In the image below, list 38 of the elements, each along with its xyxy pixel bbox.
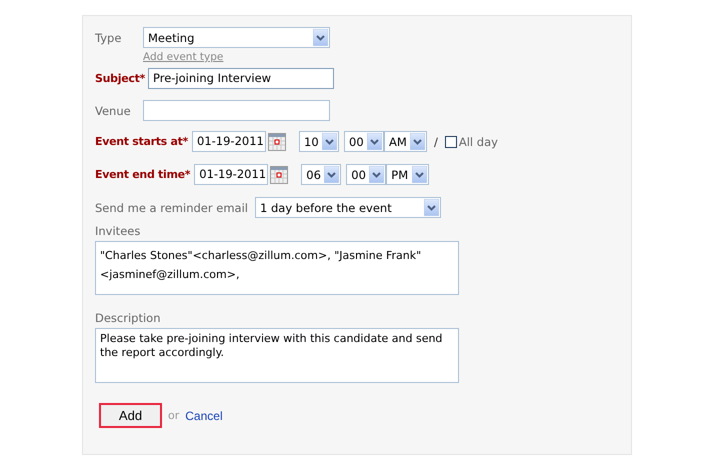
am-pm-dropdown[interactable]: AM [384,131,427,152]
field-label: Description [95,311,162,325]
field-label: Send me a reminder email [95,200,249,214]
separator: / [434,134,438,148]
field-label: Event starts at* [95,135,188,148]
caret-icon [367,133,382,150]
calendar-icon[interactable] [268,132,286,150]
or-text: or [168,409,180,422]
date-field[interactable]: 01-19-2011 [192,131,266,152]
minute-dropdown[interactable]: 00 [346,164,386,185]
all-day-checkbox[interactable] [444,136,457,148]
venue-field[interactable] [143,100,330,121]
hour-dropdown[interactable]: 10 [299,131,339,152]
caret-icon [324,166,340,183]
field-label: Subject* [95,72,146,85]
cancel-link[interactable]: Cancel [185,408,223,422]
caret-icon [369,166,384,183]
date-field[interactable]: 01-19-2011 [194,164,268,185]
caret-icon [313,29,328,46]
reminder-dropdown[interactable]: 1 day before the event [255,197,441,218]
caret-icon [410,133,425,150]
minute-dropdown[interactable]: 00 [344,131,384,152]
field-label: Event end time* [95,168,190,181]
field-label: Type [95,30,122,44]
description-field[interactable]: Please take pre-joining interview with this candidate and send the report accordingly. [95,328,459,383]
hour-dropdown[interactable]: 06 [301,164,342,185]
subject-field[interactable]: Pre-joining Interview [148,68,334,89]
caret-icon [412,166,428,183]
add-button[interactable]: Add [99,403,162,428]
am-pm-dropdown[interactable]: PM [386,164,430,185]
all-day-label: All day [458,134,498,148]
type-dropdown[interactable]: Meeting [143,27,330,48]
field-label: Venue [95,104,132,118]
invitees-field[interactable]: "Charles Stones"<charless@zillum.com>, "Jasmine Frank" <jasminef@zillum.com>, [95,241,459,295]
caret-icon [322,133,337,150]
calendar-icon[interactable] [270,166,288,184]
caret-icon [424,199,439,216]
field-label: Invitees [95,224,142,238]
